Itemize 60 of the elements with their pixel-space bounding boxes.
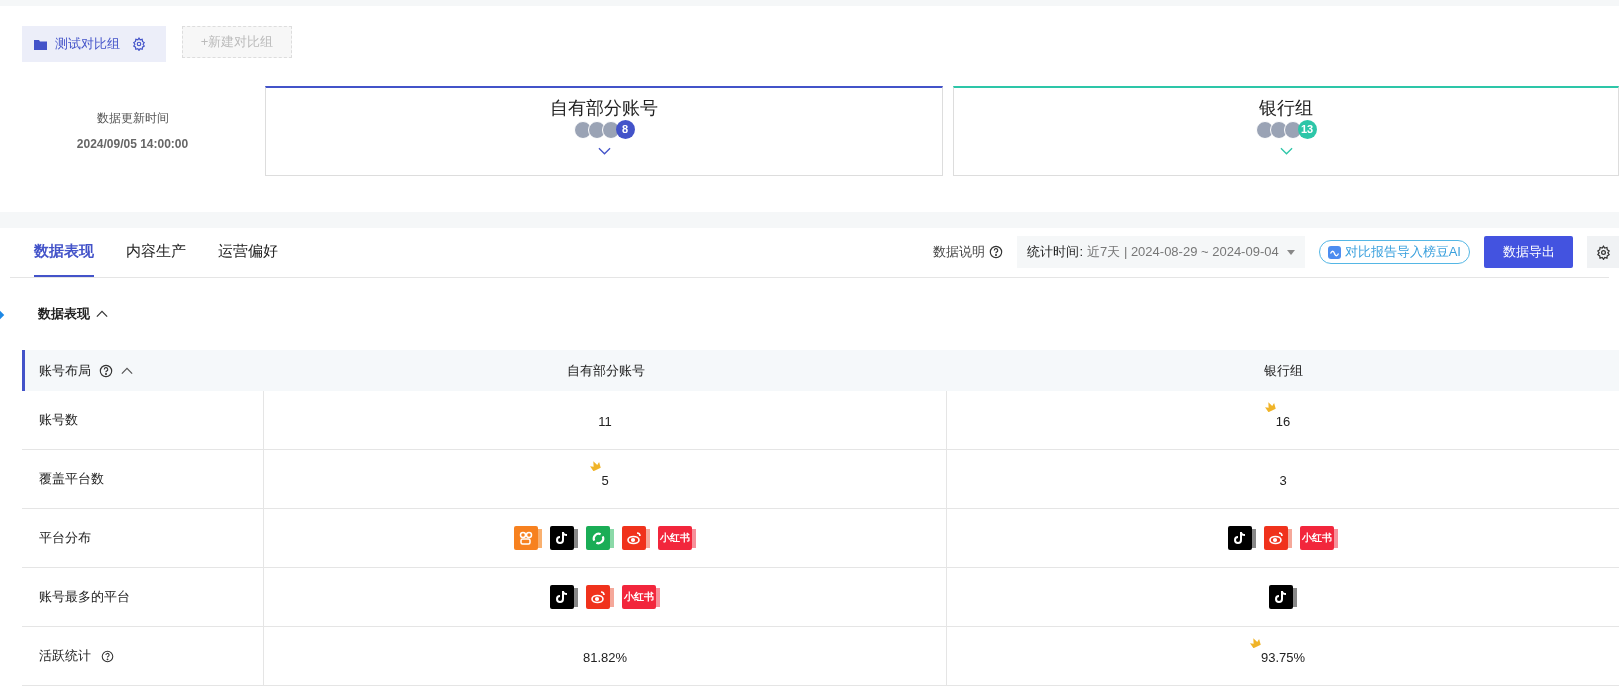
account-avatar [1269, 120, 1288, 139]
period-value: 近7天 | 2024-08-29 ~ 2024-09-04 [1087, 243, 1279, 262]
row-label: 平台分布 [39, 529, 91, 548]
settings-icon [1595, 244, 1611, 260]
help-icon[interactable] [101, 649, 114, 663]
export-button[interactable]: 数据导出 [1484, 236, 1573, 268]
group-name: 自有部分账号 [550, 97, 658, 120]
update-time-label: 数据更新时间 [96, 110, 169, 127]
platform-logo-icon [622, 526, 650, 550]
group-card[interactable]: 自有部分账号 8 [265, 86, 943, 176]
help-icon[interactable] [989, 245, 1004, 259]
column-header: 银行组 [1263, 362, 1303, 378]
account-avatar [1255, 120, 1274, 139]
platform-logo-icon [586, 585, 614, 609]
row-label: 覆盖平台数 [39, 470, 104, 489]
period-selector[interactable]: 统计时间: 近7天 | 2024-08-29 ~ 2024-09-04 [1017, 236, 1305, 268]
period-label: 统计时间: [1027, 243, 1084, 262]
collapse-caret-icon[interactable] [96, 310, 108, 318]
table-title: 账号布局 [39, 361, 91, 380]
section-title: 数据表现 [38, 305, 90, 324]
platform-logo-icon [550, 585, 578, 609]
metric-value: 3 [1279, 472, 1287, 491]
crown-icon [589, 459, 602, 472]
data-description-link[interactable]: 数据说明 [933, 242, 986, 262]
account-avatar [573, 120, 592, 139]
folder-icon [34, 38, 47, 50]
group-card[interactable]: 银行组 13 [953, 86, 1619, 176]
column-header: 自有部分账号 [566, 362, 645, 378]
metric-value: 11 [598, 413, 612, 432]
tab[interactable]: 运营偏好 [218, 227, 278, 277]
crown-icon [1248, 636, 1261, 649]
tab[interactable]: 内容生产 [126, 227, 186, 277]
metric-value: 81.82% [582, 649, 628, 668]
metric-value: 93.75% [1260, 648, 1306, 668]
platform-logo-icon [586, 526, 614, 550]
wave-icon [1327, 245, 1341, 259]
tab[interactable]: 数据表现 [34, 227, 94, 277]
row-label: 账号数 [39, 411, 78, 430]
platform-logo-icon [514, 526, 542, 550]
help-icon[interactable] [99, 363, 113, 378]
crown-icon [1263, 400, 1276, 413]
platform-logo-icon [1264, 526, 1292, 550]
settings-button[interactable] [1587, 236, 1619, 268]
account-avatar [587, 120, 606, 139]
dropdown-caret-icon [1286, 249, 1295, 255]
group-name: 银行组 [1259, 97, 1313, 120]
metric-value: 5 [601, 471, 609, 491]
expand-caret-icon[interactable] [597, 147, 611, 155]
platform-logo-icon [1228, 526, 1256, 550]
account-count-badge: 13 [1297, 120, 1317, 139]
row-label: 账号最多的平台 [39, 588, 130, 607]
platform-logo-icon [550, 526, 578, 550]
settings-icon[interactable] [132, 37, 146, 51]
collapse-caret-icon[interactable] [121, 366, 133, 375]
update-time-value: 2024/09/05 14:00:00 [76, 136, 189, 153]
platform-logo-icon [1269, 585, 1297, 609]
metric-value: 16 [1275, 412, 1291, 432]
row-label: 活跃统计 [39, 647, 91, 666]
comparison-group-button[interactable]: 测试对比组 [22, 26, 166, 62]
account-count-badge: 8 [615, 120, 635, 139]
